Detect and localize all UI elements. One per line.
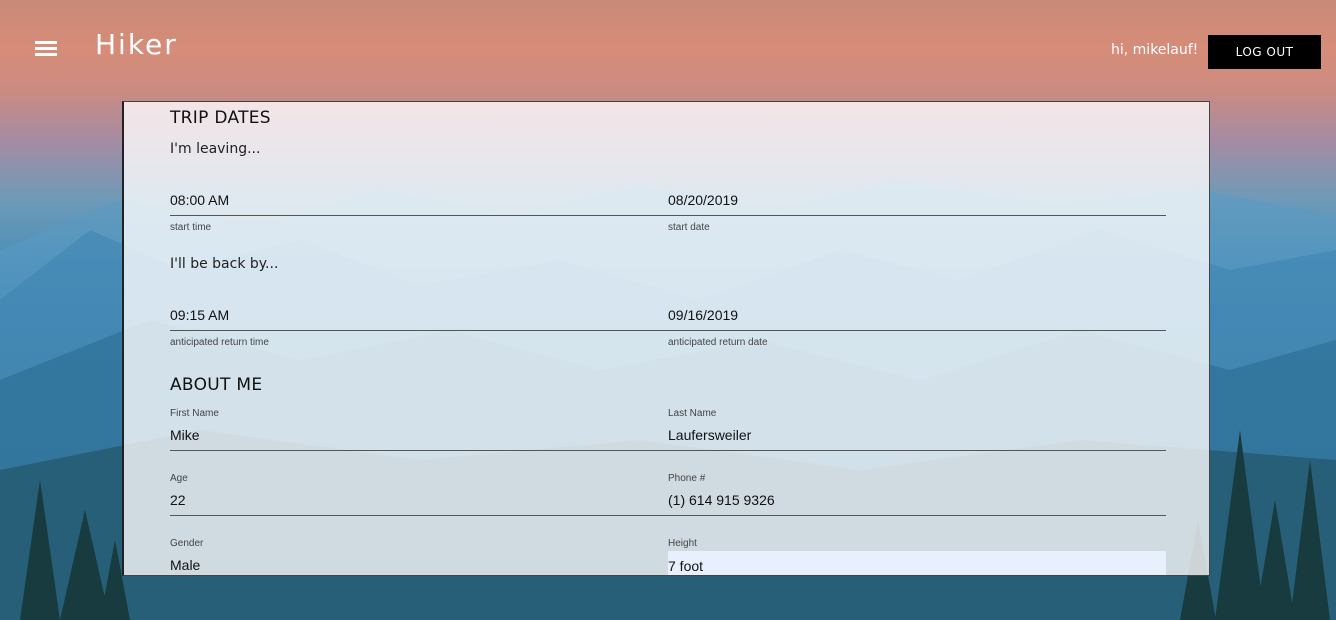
last-name-value: Laufersweiler: [668, 427, 752, 443]
phone-field[interactable]: Phone # (1) 614 915 9326: [668, 473, 1166, 516]
start-date-field[interactable]: 08/20/2019: [668, 180, 1166, 216]
return-time-value: 09:15 AM: [170, 307, 230, 323]
height-label: Height: [668, 538, 697, 549]
top-app-bar: Hiker hi, mikelauf! LOG OUT: [0, 0, 1336, 100]
trip-form-card: TRIP DATES I'm leaving... 08:00 AM start…: [122, 101, 1210, 576]
gender-value: Male: [170, 557, 201, 573]
gender-field[interactable]: Gender Male: [170, 538, 668, 575]
return-date-field[interactable]: 09/16/2019: [668, 295, 1166, 331]
user-greeting: hi, mikelauf!: [1111, 42, 1199, 58]
first-name-label: First Name: [170, 408, 219, 419]
start-time-helper: start time: [170, 222, 212, 233]
age-field[interactable]: Age 22: [170, 473, 668, 516]
return-time-helper: anticipated return time: [170, 337, 269, 348]
app-title: Hiker: [95, 28, 178, 61]
logout-button[interactable]: LOG OUT: [1208, 35, 1321, 69]
last-name-field[interactable]: Last Name Laufersweiler: [668, 408, 1166, 451]
menu-icon[interactable]: [33, 38, 59, 60]
gender-label: Gender: [170, 538, 204, 549]
leaving-text: I'm leaving...: [170, 141, 261, 157]
age-value: 22: [170, 492, 186, 508]
start-date-helper: start date: [668, 222, 710, 233]
return-date-value: 09/16/2019: [668, 307, 739, 323]
return-time-field[interactable]: 09:15 AM: [170, 295, 668, 331]
age-label: Age: [170, 473, 188, 484]
first-name-field[interactable]: First Name Mike: [170, 408, 668, 451]
phone-value: (1) 614 915 9326: [668, 492, 775, 508]
height-value: 7 foot: [668, 558, 704, 574]
trip-dates-heading: TRIP DATES: [170, 108, 271, 128]
about-me-heading: ABOUT ME: [170, 375, 263, 395]
start-time-field[interactable]: 08:00 AM: [170, 180, 668, 216]
phone-label: Phone #: [668, 473, 706, 484]
last-name-label: Last Name: [668, 408, 717, 419]
return-date-helper: anticipated return date: [668, 337, 768, 348]
start-time-value: 08:00 AM: [170, 192, 230, 208]
first-name-value: Mike: [170, 427, 200, 443]
height-field[interactable]: Height 7 foot: [668, 538, 1166, 575]
height-input-autofill: [668, 551, 1166, 575]
back-by-text: I'll be back by...: [170, 256, 279, 272]
start-date-value: 08/20/2019: [668, 192, 739, 208]
